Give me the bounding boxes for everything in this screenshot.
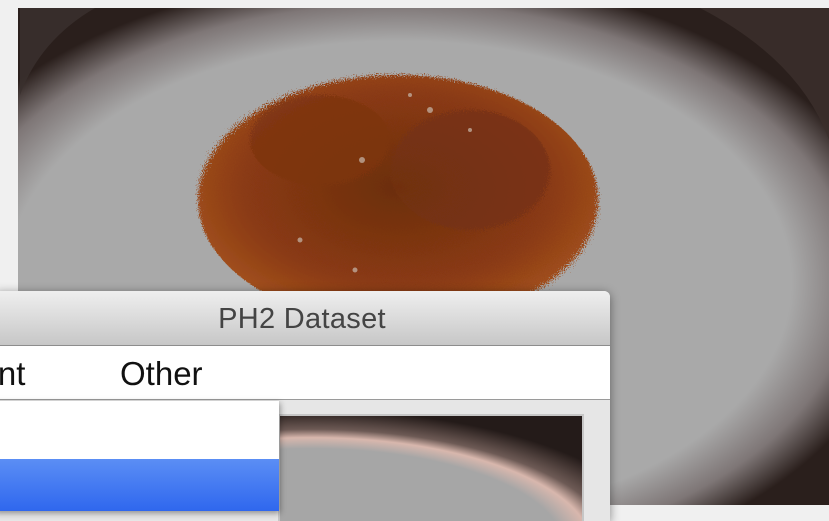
menubar: ment Other <box>0 346 610 400</box>
window-title: PH2 Dataset <box>218 303 386 335</box>
menu-item-partial[interactable]: ment <box>0 346 25 399</box>
menu-item-other[interactable]: Other <box>120 346 203 399</box>
dropdown-item-selected[interactable] <box>0 459 279 511</box>
window-titlebar[interactable]: PH2 Dataset <box>0 291 610 346</box>
dropdown-menu <box>0 401 279 511</box>
dropdown-item[interactable] <box>0 401 279 459</box>
preview-image <box>280 416 582 521</box>
